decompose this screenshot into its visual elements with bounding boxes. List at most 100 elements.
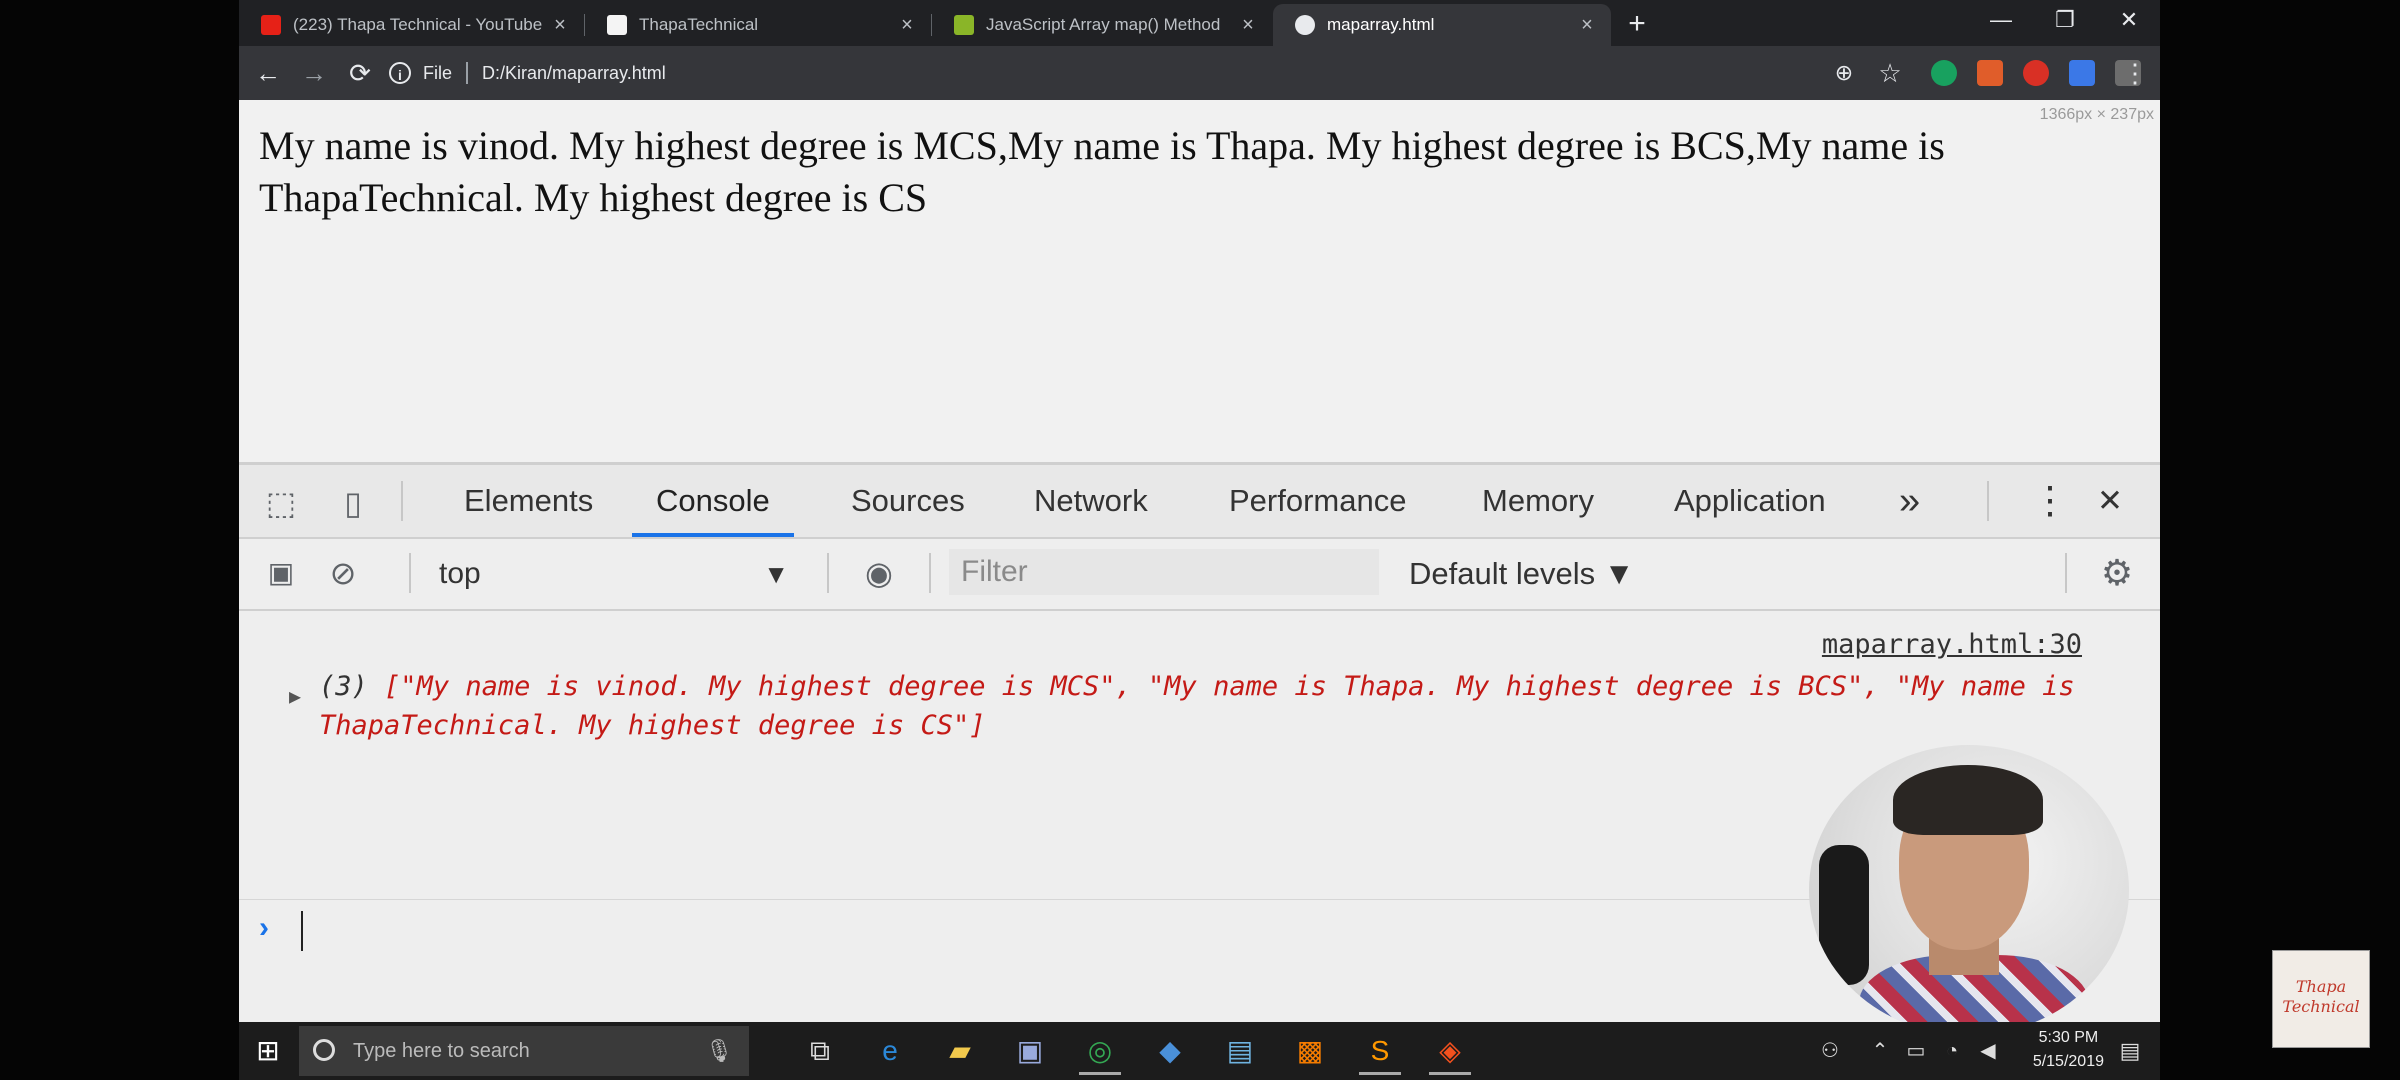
- show-sidebar-icon[interactable]: ▣: [259, 551, 303, 595]
- app-icon[interactable]: ◆: [1149, 1030, 1191, 1072]
- tab-console[interactable]: Console: [632, 465, 794, 537]
- tab-title: maparray.html: [1327, 15, 1435, 34]
- taskbar-search-box[interactable]: Type here to search 🎙: [299, 1026, 749, 1076]
- viewport-size-readout: 1366px × 237px: [2039, 106, 2154, 123]
- chevron-down-icon: ▼: [763, 559, 789, 589]
- store-icon[interactable]: ▣: [1009, 1030, 1051, 1072]
- close-tab-icon[interactable]: ×: [548, 14, 572, 37]
- tab-javascript-array-map[interactable]: JavaScript Array map() Method ×: [932, 4, 1272, 46]
- fire-extension-icon[interactable]: [2023, 60, 2049, 86]
- divider: [401, 481, 403, 521]
- source-link[interactable]: maparray.html:30: [1822, 629, 2082, 660]
- git-icon[interactable]: ◈: [1429, 1030, 1471, 1075]
- back-button[interactable]: ←: [249, 54, 287, 92]
- filter-input[interactable]: [949, 549, 1379, 595]
- tab-memory[interactable]: Memory: [1482, 465, 1594, 537]
- address-path: D:/Kiran/maparray.html: [482, 62, 666, 83]
- window-close-button[interactable]: ✕: [2097, 0, 2160, 40]
- restore-button[interactable]: ❐: [2033, 0, 2097, 40]
- browser-menu-icon[interactable]: ⋮: [2119, 54, 2151, 92]
- context-selector[interactable]: top ▼: [439, 551, 789, 597]
- search-placeholder: Type here to search: [353, 1040, 530, 1062]
- tab-sources[interactable]: Sources: [851, 465, 965, 537]
- more-tabs-button[interactable]: »: [1899, 465, 1920, 537]
- close-tab-icon[interactable]: ×: [1236, 14, 1260, 37]
- console-log-entry[interactable]: ▶ (3) ["My name is vinod. My highest deg…: [289, 667, 2109, 745]
- volume-icon[interactable]: ◀: [1967, 1030, 2009, 1072]
- new-tab-button[interactable]: +: [1617, 4, 1657, 44]
- default-levels-dropdown[interactable]: Default levels ▼: [1409, 551, 1634, 597]
- device-toolbar-icon[interactable]: ▯: [331, 481, 375, 525]
- address-bar[interactable]: i File D:/Kiran/maparray.html: [389, 54, 1619, 92]
- devtools-menu-icon[interactable]: ⋮: [2031, 465, 2069, 537]
- youtube-icon: [261, 15, 281, 35]
- browser-tab-strip: (223) Thapa Technical - YouTube × ThapaT…: [239, 0, 2160, 46]
- zoom-icon[interactable]: ⊕: [1825, 54, 1863, 92]
- screen: (223) Thapa Technical - YouTube × ThapaT…: [239, 0, 2160, 1080]
- close-tab-icon[interactable]: ×: [1575, 14, 1599, 37]
- page-viewport: My name is vinod. My highest degree is M…: [239, 100, 2160, 462]
- forward-button[interactable]: →: [295, 54, 333, 92]
- microphone-shape: [1819, 845, 1869, 985]
- channel-watermark-logo: Thapa Technical: [2272, 950, 2370, 1048]
- console-prompt-icon: ›: [259, 911, 269, 944]
- clear-console-icon[interactable]: ⊘: [321, 551, 365, 595]
- people-icon[interactable]: ⚇: [1809, 1030, 1851, 1072]
- webcam-overlay: [1809, 745, 2129, 1035]
- tab-elements[interactable]: Elements: [464, 465, 593, 537]
- chrome-icon[interactable]: ◎: [1079, 1030, 1121, 1075]
- minimize-button[interactable]: —: [1969, 0, 2033, 40]
- divider: [827, 553, 829, 593]
- close-devtools-button[interactable]: ✕: [2097, 465, 2123, 537]
- info-icon[interactable]: i: [389, 62, 411, 84]
- tab-application[interactable]: Application: [1674, 465, 1826, 537]
- divider: [1987, 481, 1989, 521]
- page-icon: [607, 15, 627, 35]
- inspect-element-icon[interactable]: ⬚: [259, 481, 303, 525]
- clock-time: 5:30 PM: [2038, 1029, 2099, 1046]
- notification-center-icon[interactable]: ▤: [2109, 1030, 2151, 1072]
- bookmark-extension-icon[interactable]: [1977, 60, 2003, 86]
- tab-network[interactable]: Network: [1034, 465, 1148, 537]
- globe-icon: [1295, 15, 1315, 35]
- taskbar-clock[interactable]: 5:30 PM 5/15/2019: [2033, 1026, 2104, 1074]
- address-scheme: File: [423, 62, 453, 83]
- w3schools-icon: [954, 15, 974, 35]
- tab-youtube[interactable]: (223) Thapa Technical - YouTube ×: [239, 4, 584, 46]
- divider: [409, 553, 411, 593]
- tab-maparray[interactable]: maparray.html ×: [1273, 4, 1611, 46]
- sublime-text-icon[interactable]: S: [1359, 1030, 1401, 1075]
- windows-start-icon[interactable]: ⊞: [247, 1030, 289, 1072]
- log-message: (3) ["My name is vinod. My highest degre…: [319, 667, 2109, 745]
- hair-shape: [1893, 765, 2043, 835]
- xampp-icon[interactable]: ▩: [1289, 1030, 1331, 1072]
- close-tab-icon[interactable]: ×: [895, 14, 919, 37]
- tab-performance[interactable]: Performance: [1229, 465, 1406, 537]
- grammarly-extension-icon[interactable]: [1931, 60, 1957, 86]
- iq-extension-icon[interactable]: [2069, 60, 2095, 86]
- tab-title: (223) Thapa Technical - YouTube: [293, 15, 543, 34]
- tab-thapatechnical[interactable]: ThapaTechnical ×: [585, 4, 931, 46]
- file-explorer-icon[interactable]: ▰: [939, 1030, 981, 1072]
- divider: [929, 553, 931, 593]
- windows-taskbar: ⊞ Type here to search 🎙 ⧉ e ▰ ▣ ◎ ◆ ▤ ▩ …: [239, 1022, 2160, 1080]
- expand-triangle-icon[interactable]: ▶: [289, 677, 301, 716]
- notepad-icon[interactable]: ▤: [1219, 1030, 1261, 1072]
- address-separator: [466, 62, 469, 84]
- tab-title: JavaScript Array map() Method: [986, 15, 1221, 34]
- page-output-text: My name is vinod. My highest degree is M…: [259, 123, 1945, 220]
- clock-date: 5/15/2019: [2032, 1053, 2104, 1070]
- array-value: ["My name is vinod. My highest degree is…: [319, 671, 2075, 741]
- gear-icon[interactable]: ⚙: [2095, 551, 2139, 595]
- cortana-icon: [313, 1039, 335, 1061]
- task-view-icon[interactable]: ⧉: [799, 1030, 841, 1072]
- divider: [2065, 553, 2067, 593]
- eye-icon[interactable]: ◉: [857, 551, 901, 595]
- bookmark-star-icon[interactable]: ☆: [1871, 54, 1909, 92]
- edge-icon[interactable]: e: [869, 1030, 911, 1072]
- microphone-icon[interactable]: 🎙: [705, 1026, 733, 1076]
- console-input-caret[interactable]: [301, 911, 303, 951]
- browser-toolbar: ← → ⟳ i File D:/Kiran/maparray.html ⊕ ☆ …: [239, 46, 2160, 100]
- reload-button[interactable]: ⟳: [341, 54, 379, 92]
- tab-title: ThapaTechnical: [639, 15, 759, 34]
